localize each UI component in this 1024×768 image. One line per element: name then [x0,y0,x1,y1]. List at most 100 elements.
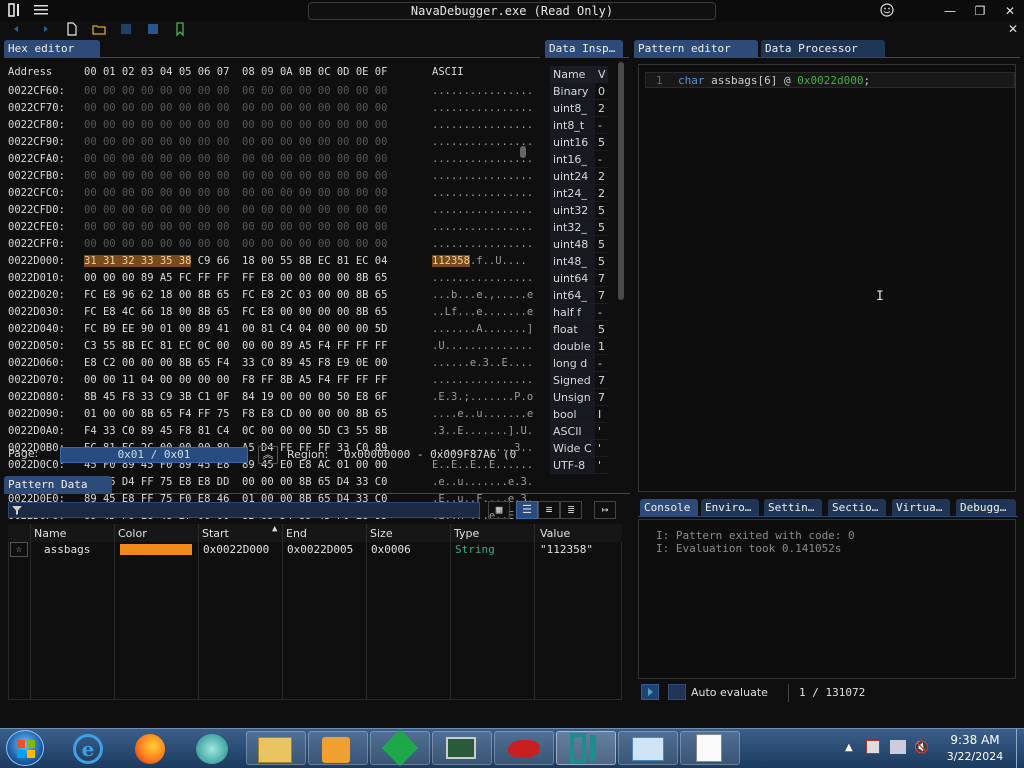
hex-scrollbar-thumb[interactable] [520,146,526,158]
tab-console-1[interactable]: Enviro… [701,499,759,516]
hex-row[interactable]: 0022D050: C3 55 8B EC 81 EC 0C 00 00 00 8… [8,340,538,353]
hex-row[interactable]: 0022CFE0: 00 00 00 00 00 00 00 00 00 00 0… [8,221,538,234]
hex-ascii[interactable]: ...b...e.,.....e [432,289,533,302]
sort-ascending-icon[interactable]: ▲ [272,524,277,534]
hex-bytes-text[interactable]: 00 00 00 00 00 00 00 00 00 00 00 00 00 0… [84,187,387,199]
list-flat-icon[interactable]: ≣ [560,501,582,519]
hex-bytes[interactable]: 00 00 11 04 00 00 00 00 F8 FF 8B A5 F4 F… [84,374,429,387]
hex-ascii-text[interactable]: ................ [432,85,533,97]
export-arrow-icon[interactable]: ↦ [594,501,616,519]
hex-bytes-text[interactable]: 8B 65 D4 FF 75 E8 E8 DD 00 00 00 8B 65 D… [84,476,387,488]
hex-bytes-text[interactable]: 01 00 00 8B 65 F4 FF 75 F8 E8 CD 00 00 0… [84,408,387,420]
hex-bytes[interactable]: 00 00 00 00 00 00 00 00 00 00 00 00 00 0… [84,102,429,115]
hex-ascii[interactable]: ................ [432,119,533,132]
inspector-row[interactable]: bool I [550,406,608,423]
hex-ascii-text[interactable]: ................ [432,102,533,114]
hex-ascii[interactable]: ................ [432,272,533,285]
pattern-code-editor[interactable] [638,64,1016,492]
inspector-row[interactable]: uint64 7 [550,270,608,287]
hex-bytes-text[interactable]: E8 C2 00 00 00 8B 65 F4 33 C0 89 45 F8 E… [84,357,387,369]
hex-ascii-text[interactable]: .E.3.;.......P.o [432,391,533,403]
hex-ascii[interactable]: ....e..u.......e [432,408,533,421]
tab-console-0[interactable]: Console [640,499,698,516]
hex-ascii-text[interactable]: ................ [432,221,533,233]
hex-ascii[interactable]: ................ [432,187,533,200]
column-header-start[interactable]: Start [202,527,229,541]
hex-bytes[interactable]: 00 00 00 00 00 00 00 00 00 00 00 00 00 0… [84,238,429,251]
inspector-row[interactable]: float 5 [550,321,608,338]
hex-bytes-text[interactable]: 00 00 00 89 A5 FC FF FF FF E8 00 00 00 0… [84,272,387,284]
teamviewer-icon[interactable] [196,734,228,764]
hex-bytes[interactable]: 8B 65 D4 FF 75 E8 E8 DD 00 00 00 8B 65 D… [84,476,429,489]
internet-explorer-icon[interactable]: e [73,734,103,764]
bookmark-icon[interactable] [172,21,188,37]
hex-ascii-text[interactable]: ......e.3..E.... [432,357,533,369]
run-button[interactable] [641,684,659,700]
tab-data-processor[interactable]: Data Processor [761,40,885,57]
hex-row[interactable]: 0022D010: 00 00 00 89 A5 FC FF FF FF E8 0… [8,272,538,285]
action-center-flag-icon[interactable] [866,740,880,754]
redo-icon[interactable] [36,22,52,38]
hex-ascii[interactable]: ................ [432,170,533,183]
hex-bytes[interactable]: FC E8 4C 66 18 00 8B 65 FC E8 00 00 00 0… [84,306,429,319]
clock-date[interactable]: 3/22/2024 [940,750,1010,763]
hex-bytes[interactable]: F4 33 C0 89 45 F8 81 C4 0C 00 00 00 5D C… [84,425,429,438]
hex-row[interactable]: 0022CFC0: 00 00 00 00 00 00 00 00 00 00 0… [8,187,538,200]
save-as-icon[interactable] [145,21,161,37]
favorite-star-icon[interactable]: ☆ [10,542,28,557]
hex-ascii[interactable]: ................ [432,238,533,251]
inspector-row[interactable]: uint32 5 [550,202,608,219]
inspector-scrollbar[interactable] [618,62,624,300]
tray-expand-icon[interactable]: ▲ [845,742,853,753]
hex-bytes-text[interactable]: 00 00 00 00 00 00 00 00 00 00 00 00 00 0… [84,136,387,148]
close-button[interactable]: ✕ [1000,2,1020,20]
column-header-name[interactable]: Name [34,527,66,541]
hex-bytes-text[interactable]: 00 00 00 00 00 00 00 00 00 00 00 00 00 0… [84,238,387,250]
hex-bytes[interactable]: 00 00 00 00 00 00 00 00 00 00 00 00 00 0… [84,153,429,166]
hex-ascii-text[interactable]: ....e..u.......e [432,408,533,420]
hex-row[interactable]: 0022CFF0: 00 00 00 00 00 00 00 00 00 00 0… [8,238,538,251]
hex-bytes-text[interactable]: F4 33 C0 89 45 F8 81 C4 0C 00 00 00 5D C… [84,425,387,437]
hex-bytes-text[interactable]: FC E8 4C 66 18 00 8B 65 FC E8 00 00 00 0… [84,306,387,318]
inspector-row[interactable]: int48_ 5 [550,253,608,270]
tree-view-icon[interactable]: ☰ [516,501,538,519]
volume-muted-icon[interactable]: 🔇 [914,740,930,754]
inspector-row[interactable]: ASCII ' [550,423,608,440]
tab-console-2[interactable]: Settin… [764,499,822,516]
collapse-chevron-icon[interactable]: ︽ [258,446,278,464]
firefox-icon[interactable] [135,734,165,764]
hex-bytes[interactable]: 00 00 00 00 00 00 00 00 00 00 00 00 00 0… [84,85,429,98]
tab-console-5[interactable]: Debugg… [956,499,1016,516]
hex-bytes-text[interactable]: 00 00 00 00 00 00 00 00 00 00 00 00 00 0… [84,153,387,165]
tab-console-3[interactable]: Sectio… [828,499,886,516]
column-header-value[interactable]: Value [540,527,570,541]
hex-row[interactable]: 0022CF90: 00 00 00 00 00 00 00 00 00 00 0… [8,136,538,149]
hex-bytes[interactable]: 00 00 00 00 00 00 00 00 00 00 00 00 00 0… [84,136,429,149]
hex-ascii-text[interactable]: .f..U.... [470,255,527,267]
inspector-row[interactable]: double 1 [550,338,608,355]
hex-ascii[interactable]: .e..u.......e.3. [432,476,533,489]
inspector-row[interactable]: uint8_ 2 [550,100,608,117]
tab-data-inspector[interactable]: Data Insp… [545,40,623,57]
hex-bytes[interactable]: 00 00 00 00 00 00 00 00 00 00 00 00 00 0… [84,170,429,183]
hex-bytes-text[interactable]: FC B9 EE 90 01 00 89 41 00 81 C4 04 00 0… [84,323,387,335]
hex-row[interactable]: 0022D030: FC E8 4C 66 18 00 8B 65 FC E8 0… [8,306,538,319]
hex-bytes-text[interactable]: 8B 45 F8 33 C9 3B C1 0F 84 19 00 00 00 5… [84,391,387,403]
hex-ascii-highlight[interactable]: 112358 [432,255,470,267]
tab-pattern-data[interactable]: Pattern Data [4,476,112,493]
hex-row[interactable]: 0022D090: 01 00 00 8B 65 F4 FF 75 F8 E8 C… [8,408,538,421]
hex-bytes[interactable]: 00 00 00 00 00 00 00 00 00 00 00 00 00 0… [84,187,429,200]
hex-bytes[interactable]: 00 00 00 00 00 00 00 00 00 00 00 00 00 0… [84,221,429,234]
inspector-row[interactable]: uint16 5 [550,134,608,151]
column-header-type[interactable]: Type [454,527,479,541]
inspector-row[interactable]: Binary 0 [550,83,608,100]
network-icon[interactable] [890,740,906,754]
clock-time[interactable]: 9:38 AM [940,733,1010,747]
hex-bytes-text[interactable]: 00 00 00 00 00 00 00 00 00 00 00 00 00 0… [84,85,387,97]
hex-ascii-text[interactable]: ...b...e.,.....e [432,289,533,301]
hex-ascii[interactable]: ................ [432,221,533,234]
hex-row[interactable]: 0022CF70: 00 00 00 00 00 00 00 00 00 00 0… [8,102,538,115]
hex-bytes-text[interactable]: 00 00 00 00 00 00 00 00 00 00 00 00 00 0… [84,221,387,233]
hex-row[interactable]: 0022CFB0: 00 00 00 00 00 00 00 00 00 00 0… [8,170,538,183]
hex-bytes-text[interactable]: FC E8 96 62 18 00 8B 65 FC E8 2C 03 00 0… [84,289,387,301]
